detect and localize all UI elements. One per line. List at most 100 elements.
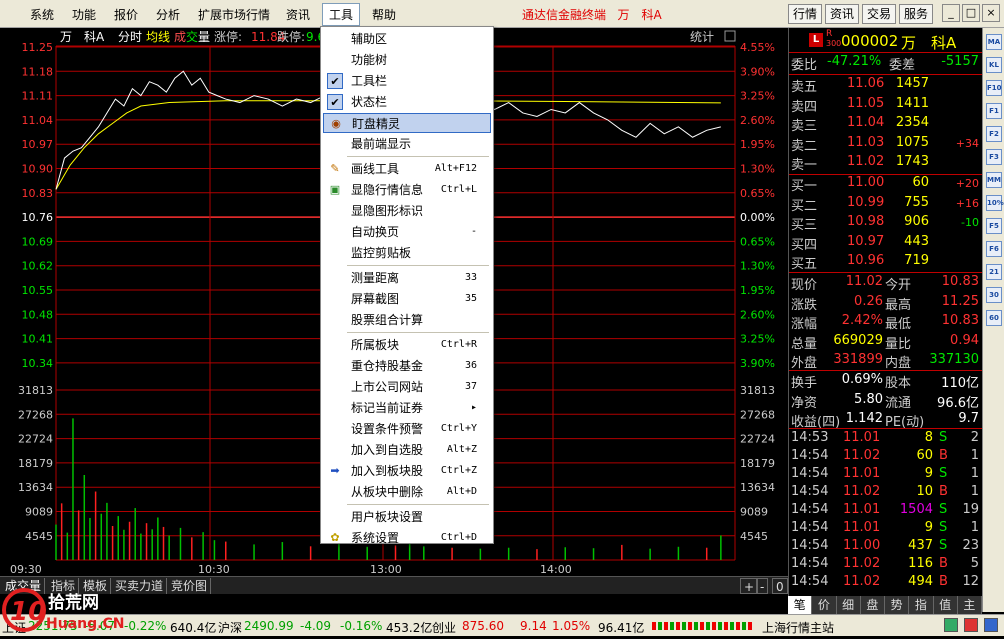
panel-tab-2[interactable]: 细 [837,596,861,614]
price-tick-label: 10.83 [22,187,54,200]
orderbook-row[interactable]: 买一 11.00 60 +20 [789,175,983,194]
menu-item-5[interactable]: 最前端显示 [323,134,491,154]
level-volume: 906 [904,214,929,229]
menu-item-11[interactable]: 测量距离 33 [323,268,491,288]
menu-help[interactable]: 帮助 [366,5,402,24]
alert-icon[interactable] [964,618,978,632]
toolstrip-icon[interactable]: 21 [986,264,1002,280]
toolstrip-icon[interactable]: F6 [986,241,1002,257]
toolstrip-icon[interactable]: F2 [986,126,1002,142]
app-title-text: 通达信金融终端 [522,8,607,22]
tick-row[interactable]: 14:54 11.01 9 S 1 [789,466,983,485]
panel-tab-4[interactable]: 势 [885,596,910,614]
menu-item-16[interactable]: 上市公司网站 37 [323,377,491,397]
panel-tab-0[interactable]: 笔 [788,596,813,614]
menu-item-17[interactable]: 标记当前证券 ▸ [323,398,491,418]
tick-row[interactable]: 14:54 11.01 9 S 1 [789,520,983,539]
menu-item-21[interactable]: 从板块中删除 Alt+D [323,482,491,502]
price-tick-label: 10.41 [22,333,54,346]
tick-row[interactable]: 14:54 11.02 494 B 12 [789,574,983,593]
stat-label[interactable]: 统计 [690,30,714,44]
menu-tools[interactable]: 工具 [322,3,361,26]
quote-button[interactable]: 行情 [788,4,823,24]
menu-item-1[interactable]: 功能树 [323,50,491,70]
panel-tab-1[interactable]: 价 [812,596,837,614]
tick-row[interactable]: 14:54 11.02 10 B 1 [789,484,983,503]
menu-analysis[interactable]: 分析 [150,5,186,24]
server-station[interactable]: 上海行情主站 [762,619,834,636]
menu-item-19[interactable]: 加入到自选股 Alt+Z [323,440,491,460]
panel-tab-6[interactable]: 值 [934,596,958,614]
menu-item-23[interactable]: ✿ 系统设置 Ctrl+D [323,528,491,548]
tick-row[interactable]: 14:53 11.01 8 S 2 [789,430,983,449]
tick-row[interactable]: 14:54 11.02 116 B 5 [789,556,983,575]
menu-item-10[interactable]: 监控剪贴板 [323,243,491,263]
toolstrip-icon[interactable]: F3 [986,149,1002,165]
trade-button[interactable]: 交易 [862,4,897,24]
tick-price: 11.01 [843,520,881,535]
menu-item-12[interactable]: 屏幕截图 35 [323,289,491,309]
news-button[interactable]: 资讯 [825,4,860,24]
menu-news[interactable]: 资讯 [280,5,316,24]
level-volume: 2354 [895,115,929,130]
tick-row[interactable]: 14:54 11.02 60 B 1 [789,448,983,467]
zoom-out-button[interactable]: - [756,578,769,594]
toolstrip-icon[interactable]: MM [986,172,1002,188]
level-volume: 755 [904,194,929,210]
menu-extended-market[interactable]: 扩展市场行情 [192,5,276,24]
toolstrip-icon[interactable]: 10% [986,195,1004,211]
toolstrip-icon[interactable]: 60 [986,310,1002,326]
logo-brand: 10 [10,597,46,627]
orderbook-row[interactable]: 买二 10.99 755 +16 [789,195,983,214]
menu-system[interactable]: 系统 [24,5,60,24]
panel-tab-3[interactable]: 盘 [861,596,885,614]
tick-price: 11.02 [843,574,881,589]
menu-item-7[interactable]: ▣ 显隐行情信息 Ctrl+L [323,180,491,200]
menu-item-20[interactable]: ➡ 加入到板块股 Ctrl+Z [323,461,491,481]
close-button[interactable]: × [982,4,1000,22]
menu-item-22[interactable]: 用户板块设置 [323,507,491,527]
connection-icon[interactable] [944,618,958,632]
menu-item-label: 加入到自选股 [351,443,424,457]
orderbook-row[interactable]: 卖三 11.04 2354 [789,115,983,134]
time-tick-label: 09:30 [10,563,42,576]
tick-row[interactable]: 14:54 11.01 1504 S 19 [789,502,983,521]
toolstrip-icon[interactable]: F5 [986,218,1002,234]
menu-item-4[interactable]: ◉ 盯盘精灵 [323,113,491,133]
orderbook-row[interactable]: 卖二 11.03 1075 +34 [789,135,983,154]
menu-item-8[interactable]: 显隐图形标识 [323,201,491,221]
menu-item-9[interactable]: 自动换页 - [323,222,491,242]
menu-item-2[interactable]: ✔ 工具栏 [323,71,491,91]
orderbook-row[interactable]: 卖一 11.02 1743 [789,154,983,173]
toolstrip-icon[interactable]: MA [986,34,1002,50]
tab-auction[interactable]: 竞价图 [168,578,212,594]
menu-item-14[interactable]: 所属板块 Ctrl+R [323,335,491,355]
minimize-button[interactable]: _ [942,4,960,22]
maximize-button[interactable]: □ [962,4,980,22]
tick-row[interactable]: 14:54 11.00 437 S 23 [789,538,983,557]
menu-item-0[interactable]: 辅助区 [323,29,491,49]
toolstrip-icon[interactable]: 30 [986,287,1002,303]
cy-change: 9.14 [520,619,547,633]
menu-quote[interactable]: 报价 [108,5,144,24]
menu-item-6[interactable]: ✎ 画线工具 Alt+F12 [323,159,491,179]
orderbook-row[interactable]: 卖五 11.06 1457 [789,76,983,95]
menu-item-3[interactable]: ✔ 状态栏 [323,92,491,112]
toolstrip-icon[interactable]: F10 [986,80,1002,96]
menu-item-13[interactable]: 股票组合计算 [323,310,491,330]
service-button[interactable]: 服务 [899,4,934,24]
network-icon[interactable] [984,618,998,632]
expand-icon[interactable] [724,30,736,42]
orderbook-row[interactable]: 买三 10.98 906 -10 [789,214,983,233]
orderbook-row[interactable]: 买四 10.97 443 [789,234,983,253]
menu-item-15[interactable]: 重仓持股基金 36 [323,356,491,376]
toolstrip-icon[interactable]: KL [986,57,1002,73]
toolstrip-icon[interactable]: F1 [986,103,1002,119]
zoom-reset-button[interactable]: 0 [772,578,788,594]
panel-tab-7[interactable]: 主 [958,596,982,614]
menu-item-18[interactable]: 设置条件预警 Ctrl+Y [323,419,491,439]
orderbook-row[interactable]: 买五 10.96 719 [789,253,983,272]
orderbook-row[interactable]: 卖四 11.05 1411 [789,96,983,115]
menu-function[interactable]: 功能 [66,5,102,24]
panel-tab-5[interactable]: 指 [909,596,934,614]
